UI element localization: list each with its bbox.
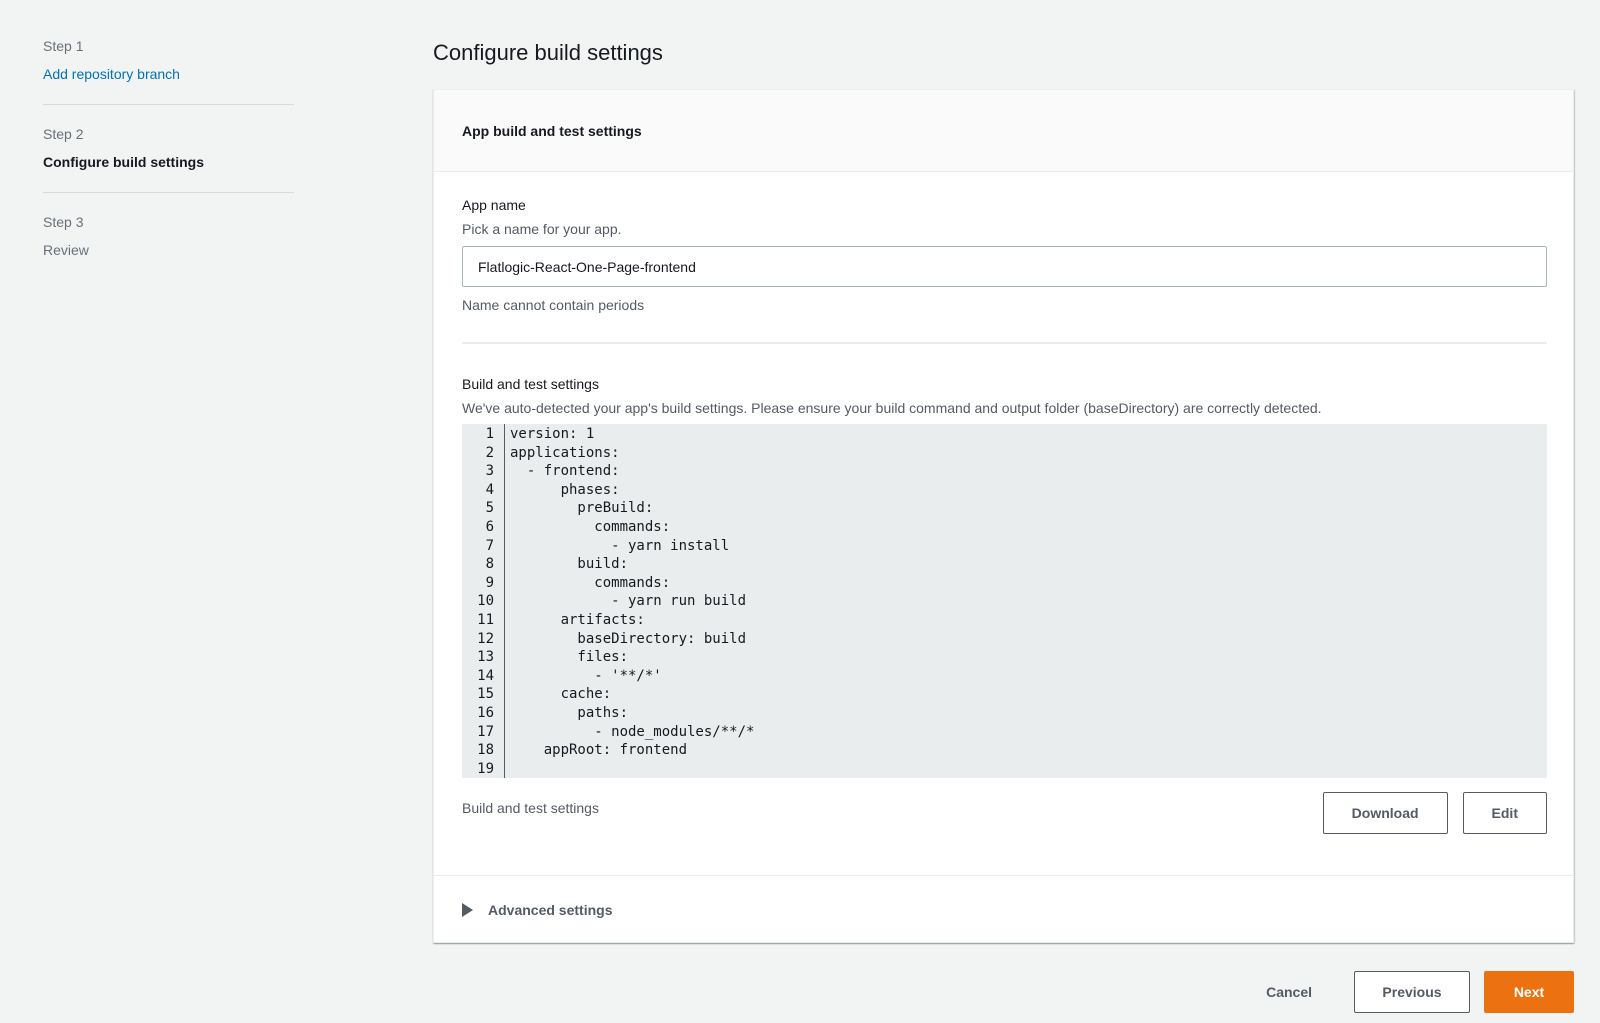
advanced-settings-label: Advanced settings [488,901,613,918]
line-number: 13 [477,649,494,666]
line-number: 6 [485,518,494,535]
panel-title: App build and test settings [462,123,642,139]
code-line: paths: [510,704,629,721]
wizard-actions: Cancel Previous Next [1238,971,1574,1013]
code-line: - yarn install [510,537,730,554]
step-label-review: Review [43,242,89,258]
code-line: baseDirectory: build [510,630,747,647]
page-title: Configure build settings [433,40,663,65]
code-line: commands: [510,518,671,535]
app-name-input[interactable] [462,246,1547,287]
line-number: 10 [477,593,494,610]
app-name-label: App name [462,197,526,213]
line-number: 3 [485,463,494,480]
code-line: - frontend: [510,463,620,480]
line-number: 9 [485,574,494,591]
code-line: version: 1 [510,426,595,442]
next-button[interactable]: Next [1484,971,1574,1013]
step-number: Step 1 [43,38,84,54]
code-line: commands: [510,574,671,591]
caret-right-icon [462,902,473,917]
code-line: phases: [510,481,620,498]
step-number: Step 3 [43,214,84,230]
step-2: Step 2 Configure build settings [43,124,294,193]
line-number: 5 [485,500,494,517]
code-line: applications: [510,444,620,461]
line-number: 14 [477,667,494,684]
download-button[interactable]: Download [1322,792,1448,834]
previous-button[interactable]: Previous [1354,971,1470,1013]
edit-button[interactable]: Edit [1462,792,1547,834]
code-footer: Build and test settings Download Edit [462,792,1547,834]
step-3: Step 3 Review [43,212,294,280]
build-settings-label: Build and test settings [462,376,599,392]
line-number-gutter: 1 2 3 4 5 6 7 8 9 10 11 12 13 14 15 16 17 18 19 [462,424,505,778]
line-number: 8 [485,556,494,573]
app-name-constraint: Name cannot contain periods [462,297,645,313]
line-number: 18 [477,742,494,759]
build-settings-panel: App build and test settings App name Pic… [433,89,1574,943]
code-line: files: [510,649,629,666]
line-number: 19 [477,760,494,777]
code-actions: Download Edit [1322,792,1547,834]
line-number: 7 [485,537,494,554]
line-number: 15 [477,686,494,703]
line-number: 4 [485,481,494,498]
app-name-description: Pick a name for your app. [462,221,622,237]
step-1: Step 1 Add repository branch [43,36,294,105]
build-settings-caption: Build and test settings [462,800,599,816]
cancel-button[interactable]: Cancel [1238,971,1340,1013]
line-number: 2 [485,444,494,461]
build-spec-editor[interactable]: 1 2 3 4 5 6 7 8 9 10 11 12 13 14 15 16 17 18 19 version: 1… [462,424,1547,778]
advanced-settings-toggle[interactable]: Advanced settings [434,875,1573,943]
line-number: 1 [485,426,494,442]
code-line: - '**/*' [510,667,662,684]
step-number: Step 2 [43,126,84,142]
build-settings-description: We've auto-detected your app's build set… [462,400,1322,416]
code-line: - node_modules/**/* [510,723,755,740]
line-number: 17 [477,723,494,740]
line-number: 11 [477,611,494,628]
section-divider [462,342,1547,344]
wizard-steps: Step 1 Add repository branch Step 2 Conf… [43,36,294,299]
step-link-add-repository-branch[interactable]: Add repository branch [43,64,294,84]
panel-header: App build and test settings [434,90,1573,172]
build-spec-code: version: 1 applications: - frontend: phas… [505,424,754,778]
app-name-section: App name Pick a name for your app. Name … [434,195,1573,834]
page: Step 1 Add repository branch Step 2 Conf… [0,0,1600,1023]
line-number: 12 [477,630,494,647]
line-number: 16 [477,704,494,721]
step-label-current: Configure build settings [43,154,204,170]
code-line: build: [510,556,629,573]
code-line: artifacts: [510,611,645,628]
code-line: - yarn run build [510,593,747,610]
code-line: preBuild: [510,500,654,517]
code-line: appRoot: frontend [510,742,688,759]
code-line: cache: [510,686,612,703]
